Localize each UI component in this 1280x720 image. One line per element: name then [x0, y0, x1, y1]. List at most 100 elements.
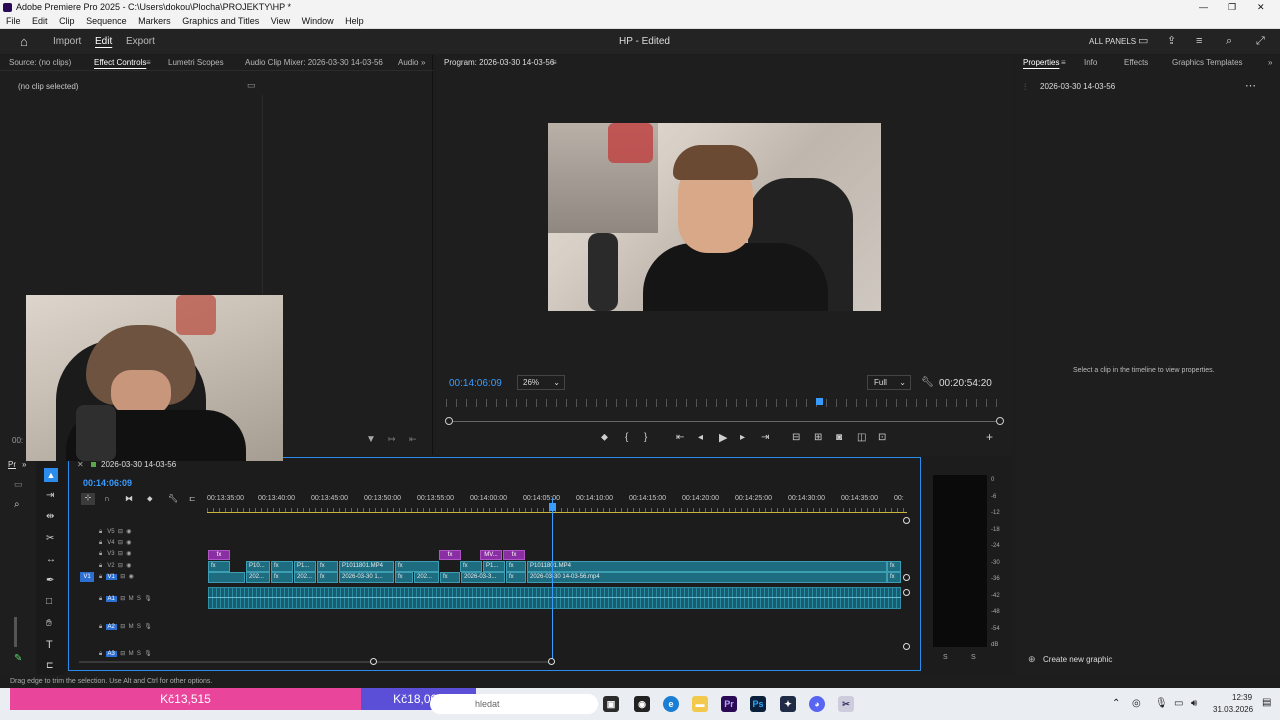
price-ad-left[interactable]: Kč13,515 [10, 688, 361, 710]
ripple-edit-icon[interactable]: ⇹ [46, 511, 54, 522]
track-v2[interactable]: 🔒︎ V2 ⊟ ◉ [99, 562, 131, 570]
clip-v2[interactable]: fx [271, 561, 293, 572]
close-sequence-icon[interactable]: ✕ [77, 460, 84, 469]
clip-v2[interactable]: fx [460, 561, 482, 572]
fullscreen-icon[interactable]: ⤢ [1256, 29, 1265, 54]
captions-icon[interactable]: ⊏ [189, 494, 196, 503]
clip-v2[interactable]: P1... [483, 561, 505, 572]
menu-view[interactable]: View [271, 16, 290, 26]
program-title[interactable]: Program: 2026-03-30 14-03-56 [444, 55, 554, 71]
quality-select[interactable]: Full ⌄ [867, 375, 911, 390]
network-icon[interactable]: ▭ [1174, 698, 1183, 709]
discord-icon[interactable]: ◕ [809, 696, 825, 712]
step-back-icon[interactable]: ◂ [698, 433, 703, 443]
tab-audio[interactable]: Audio [398, 55, 418, 71]
menu-edit[interactable]: Edit [32, 16, 48, 26]
create-new-graphic-button[interactable]: Create new graphic [1043, 655, 1112, 664]
minimize-button[interactable]: — [1199, 0, 1208, 14]
scroll-handle-right[interactable] [996, 417, 1004, 425]
home-icon[interactable]: ⌂ [20, 29, 28, 54]
insert-sequence-icon[interactable]: ⧓ [125, 494, 133, 503]
tab-project[interactable]: Pr [8, 460, 16, 469]
go-to-in-icon[interactable]: ⇤ [676, 433, 684, 443]
volume-icon[interactable]: 🔊︎ [1191, 698, 1197, 709]
track-a1[interactable]: 🔒︎ A1 ⊟ M S 🎙︎ [99, 595, 152, 603]
audio-vscroll-handle-bottom[interactable] [903, 643, 910, 650]
clip-v1[interactable]: 2026-03-3... [461, 572, 505, 583]
clip-v1[interactable]: fx [317, 572, 338, 583]
project-search-icon[interactable]: ⌕ [14, 499, 20, 510]
clip-v1[interactable]: 202... [294, 572, 316, 583]
zoom-select[interactable]: 26% ⌄ [517, 375, 565, 390]
panel-layout-icon[interactable]: ▭ [1138, 29, 1148, 54]
premiere-icon[interactable]: Pr [721, 696, 737, 712]
clip-v1[interactable]: fx [440, 572, 460, 583]
program-ruler[interactable] [446, 399, 1002, 407]
extract-icon[interactable]: ⊞ [814, 433, 822, 443]
clip-v1[interactable]: 202... [246, 572, 270, 583]
workspace-edit[interactable]: Edit [95, 29, 112, 54]
audio-vscroll-handle-top[interactable] [903, 589, 910, 596]
notifications-icon[interactable]: ▤ [1262, 697, 1271, 708]
search-icon[interactable]: ⌕ [1226, 29, 1232, 54]
menu-graphics[interactable]: Graphics and Titles [182, 16, 259, 26]
photoshop-icon[interactable]: Ps [750, 696, 766, 712]
track-select-icon[interactable]: ⇥ [46, 490, 54, 501]
menu-markers[interactable]: Markers [138, 16, 171, 26]
tab-effect-controls[interactable]: Effect Controls [94, 55, 146, 71]
vr-icon[interactable]: ⊡ [878, 433, 886, 443]
track-v4[interactable]: 🔒︎ V4 ⊟ ◉ [99, 539, 131, 547]
playhead-handle[interactable] [549, 503, 556, 511]
task-view-icon[interactable]: ▣ [603, 696, 619, 712]
snipping-tool-icon[interactable]: ✂ [838, 696, 854, 712]
tab-source[interactable]: Source: (no clips) [9, 55, 71, 71]
tray-app-icon[interactable]: ◎ [1132, 698, 1141, 709]
clip-v1[interactable]: fx [395, 572, 413, 583]
program-playhead[interactable] [816, 398, 823, 405]
link-icon[interactable]: ∩ [104, 494, 110, 503]
tab-graphics-templates[interactable]: Graphics Templates [1172, 55, 1243, 71]
marker-icon[interactable]: ⬥ [147, 494, 153, 504]
snap-icon[interactable]: ⊹ [81, 493, 95, 505]
list-view-icon[interactable]: ▭ [14, 479, 23, 490]
clip-v3[interactable]: fx [439, 550, 461, 560]
timeline-playhead[interactable] [552, 498, 553, 660]
clip-v1[interactable]: fx [887, 572, 901, 583]
filter-icon[interactable]: ▼ [366, 434, 376, 445]
taskbar-search[interactable]: hledat [430, 694, 598, 714]
menu-window[interactable]: Window [302, 16, 334, 26]
clip-v3[interactable]: fx [208, 550, 230, 560]
clip-v2[interactable]: P1011801.MP4 [527, 561, 887, 572]
track-v5[interactable]: 🔒︎ V5 ⊟ ◉ [99, 528, 131, 536]
menu-clip[interactable]: Clip [59, 16, 75, 26]
close-button[interactable]: ✕ [1257, 0, 1265, 14]
track-a2[interactable]: 🔒︎ A2 ⊟ M S 🎙︎ [99, 623, 152, 631]
more-tabs-icon[interactable]: » [1268, 55, 1272, 71]
clip-v2[interactable]: fx [317, 561, 338, 572]
track-v3[interactable]: 🔒︎ V3 ⊟ ◉ [99, 550, 131, 558]
clock-time[interactable]: 12:39 [1232, 693, 1252, 702]
clip-v2[interactable]: fx [887, 561, 901, 572]
microphone-icon[interactable]: 🎙︎ [1155, 698, 1168, 709]
tab-lumetri-scopes[interactable]: Lumetri Scopes [168, 55, 224, 71]
workspace-export[interactable]: Export [126, 29, 155, 54]
camera-icon[interactable]: ◙ [836, 433, 842, 443]
program-video-frame[interactable] [548, 123, 881, 311]
clip-v1[interactable] [208, 572, 245, 583]
track-a3[interactable]: 🔒︎ A3 ⊟ M S 🎙︎ [99, 650, 152, 658]
clip-v3[interactable]: MV... [480, 550, 502, 560]
razor-icon[interactable]: ✂ [46, 533, 54, 544]
vscroll-handle-top[interactable] [903, 517, 910, 524]
step-forward-icon[interactable]: ▸ [740, 433, 745, 443]
timeline-timecode[interactable]: 00:14:06:09 [83, 478, 132, 488]
lift-icon[interactable]: ⊟ [792, 433, 800, 443]
wrench-icon[interactable]: 🔧︎ [921, 377, 934, 388]
mark-out-icon[interactable]: } [644, 433, 647, 443]
extract-icon[interactable]: ⇤ [409, 434, 417, 445]
clip-v1[interactable]: fx [506, 572, 526, 583]
clip-v2[interactable]: P10... [246, 561, 270, 572]
edge-icon[interactable]: e [663, 696, 679, 712]
track-v1[interactable]: 🔒︎ V1 ⊟ ◉ [99, 573, 134, 581]
program-menu-icon[interactable]: ≡ [552, 55, 557, 71]
play-icon[interactable]: ▶ [719, 433, 727, 444]
